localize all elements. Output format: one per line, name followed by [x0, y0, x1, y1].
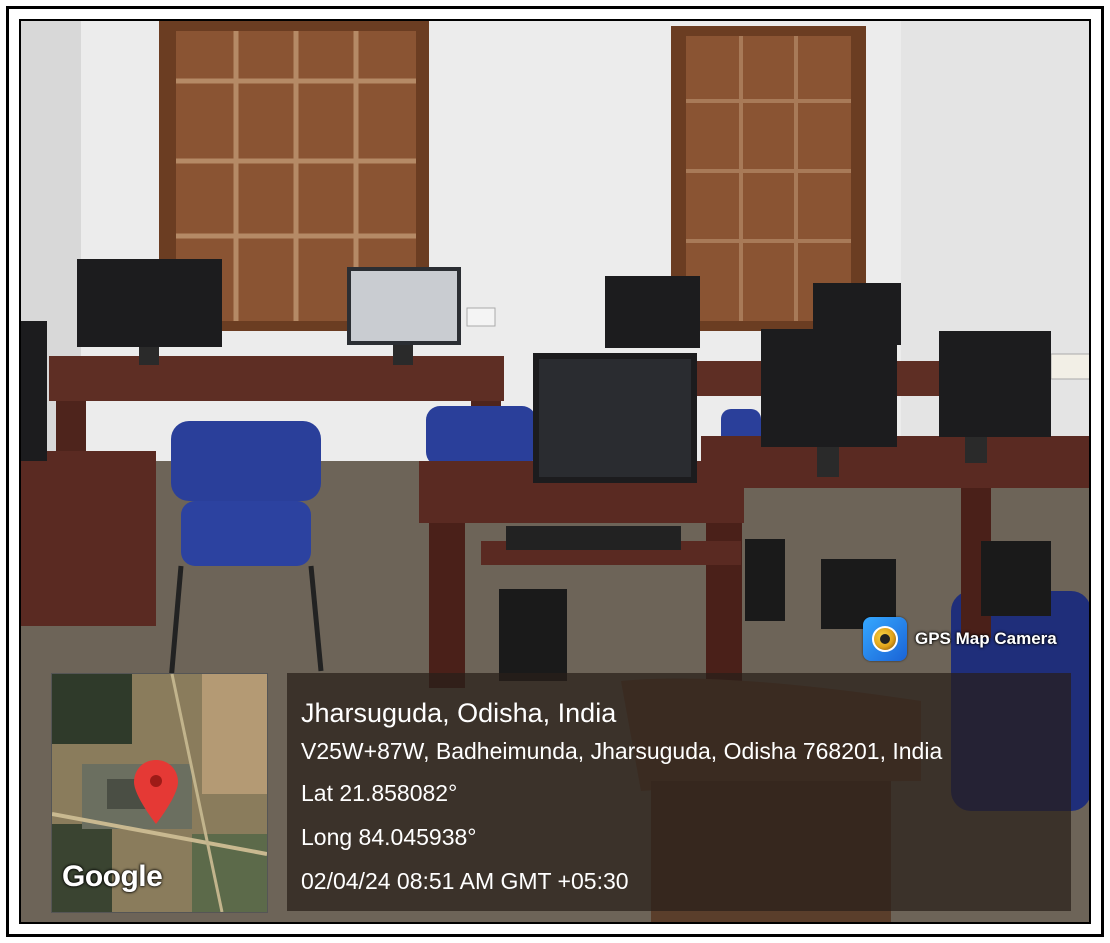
- location-title: Jharsuguda, Odisha, India: [301, 698, 617, 728]
- map-thumbnail: Google: [51, 673, 268, 913]
- location-longitude: Long 84.045938°: [301, 824, 477, 850]
- location-latitude: Lat 21.858082°: [301, 780, 458, 806]
- location-address: V25W+87W, Badheimunda, Jharsuguda, Odish…: [301, 738, 943, 764]
- gps-map-camera-badge: GPS Map Camera: [863, 617, 1057, 661]
- google-logo: Google: [62, 860, 163, 893]
- photo-frame: GPS Map Camera Google Jharsuguda, Odisha…: [19, 19, 1091, 924]
- gps-map-camera-label: GPS Map Camera: [915, 629, 1057, 648]
- location-timestamp: 02/04/24 08:51 AM GMT +05:30: [301, 868, 629, 894]
- gps-map-camera-icon: [863, 617, 907, 661]
- location-info-box: Jharsuguda, Odisha, India V25W+87W, Badh…: [287, 673, 1071, 911]
- outer-border: GPS Map Camera Google Jharsuguda, Odisha…: [6, 6, 1104, 937]
